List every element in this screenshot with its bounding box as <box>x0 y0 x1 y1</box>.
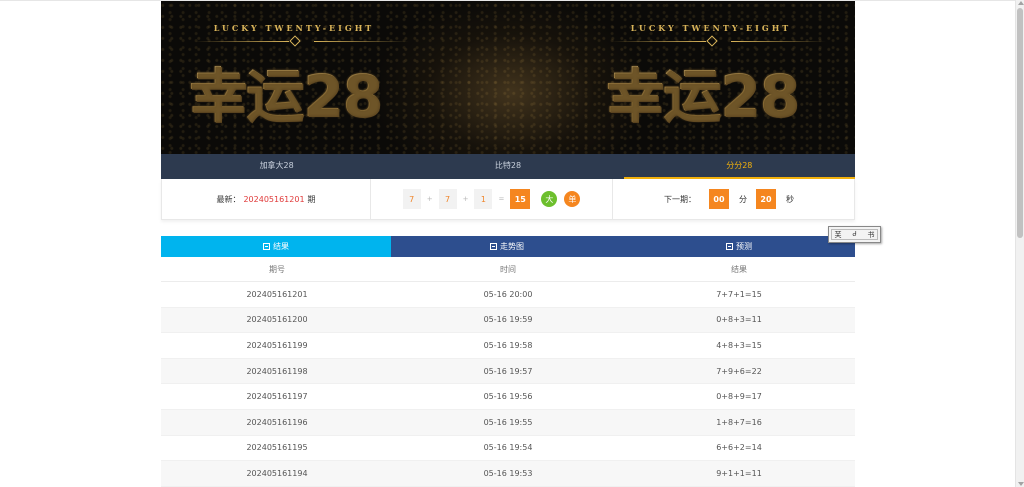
table-header: 期号 时间 结果 <box>161 257 855 282</box>
row-issue: 202405161198 <box>246 366 308 376</box>
widget-char: 书 <box>867 230 875 239</box>
tab-canada28[interactable]: 加拿大28 <box>161 154 392 179</box>
widget-char: 芙 <box>834 230 842 239</box>
chart-icon <box>490 243 497 250</box>
result-sum: 15 <box>510 189 531 209</box>
size-badge: 大 <box>541 191 558 207</box>
banner-subtitle: LUCKY TWENTY-EIGHT <box>630 23 792 33</box>
row-result: 6+6+2=14 <box>716 443 762 453</box>
header-issue: 期号 <box>269 264 285 274</box>
table-row: 202405161194 05-16 19:53 9+1+1=11 <box>161 461 855 487</box>
result-number: 1 <box>474 189 493 209</box>
results-table: 期号 时间 结果 202405161201 05-16 20:00 7+7+1=… <box>161 257 855 487</box>
table-row: 202405161201 05-16 20:00 7+7+1=15 <box>161 282 855 308</box>
next-label: 下一期： <box>664 194 696 204</box>
row-time: 05-16 19:57 <box>483 366 533 376</box>
issue-suffix: 期 <box>307 194 316 204</box>
lottery-tabs: 加拿大28 比特28 分分28 <box>161 154 855 179</box>
row-result: 7+7+1=15 <box>716 289 762 299</box>
seconds-unit: 秒 <box>786 194 794 204</box>
latest-label: 最新： <box>216 194 241 204</box>
table-row: 202405161199 05-16 19:58 4+8+3=15 <box>161 333 855 359</box>
vertical-scrollbar[interactable] <box>1015 0 1024 487</box>
parity-badge: 单 <box>564 191 581 207</box>
table-row: 202405161196 05-16 19:55 1+8+7=16 <box>161 409 855 436</box>
scroll-up-icon[interactable] <box>1018 1 1024 5</box>
main-container: LUCKY TWENTY-EIGHT 幸运28 LUCKY TWENTY-EIG… <box>161 1 855 220</box>
result-number: 7 <box>438 189 457 209</box>
banner-title: 幸运28 <box>189 49 429 133</box>
plus-sign: + <box>426 195 433 203</box>
row-result: 1+8+7=16 <box>716 417 762 427</box>
calendar-icon <box>263 243 270 250</box>
table-body: 202405161201 05-16 20:00 7+7+1=15 202405… <box>161 282 855 487</box>
latest-issue: 最新： 202405161201 期 <box>162 179 371 219</box>
floating-widget[interactable]: 芙 Ꮷ 书 <box>828 226 881 243</box>
row-time: 05-16 20:00 <box>483 289 533 299</box>
row-issue: 202405161194 <box>246 468 308 478</box>
tab-trend-label: 走势图 <box>500 242 524 251</box>
row-time: 05-16 19:53 <box>483 468 533 478</box>
next-countdown: 下一期： 00 分 20 秒 <box>613 179 854 219</box>
equals-sign: = <box>498 195 505 203</box>
tab-minute28[interactable]: 分分28 <box>623 154 855 179</box>
row-issue: 202405161201 <box>246 289 308 299</box>
tab-results[interactable]: 结果 <box>161 236 391 257</box>
countdown-seconds: 20 <box>756 189 776 209</box>
lucky28-banner: LUCKY TWENTY-EIGHT 幸运28 LUCKY TWENTY-EIG… <box>161 1 855 154</box>
tab-trend-chart[interactable]: 走势图 <box>391 236 623 257</box>
view-tabs: 结果 走势图 预测 <box>161 236 855 257</box>
row-issue: 202405161195 <box>246 443 308 453</box>
minutes-unit: 分 <box>739 194 747 204</box>
latest-numbers: 7 + 7 + 1 = 15 大 单 <box>371 179 613 219</box>
diamond-icon <box>289 35 301 47</box>
row-issue: 202405161199 <box>246 340 308 350</box>
row-result: 0+8+9=17 <box>716 392 762 402</box>
banner-subtitle: LUCKY TWENTY-EIGHT <box>213 23 375 33</box>
banner-right: LUCKY TWENTY-EIGHT 幸运28 <box>606 1 855 154</box>
tab-prediction-label: 预测 <box>736 242 752 251</box>
header-result: 结果 <box>731 264 747 274</box>
row-result: 7+9+6=22 <box>716 366 762 376</box>
diamond-icon <box>706 35 718 47</box>
scroll-down-icon[interactable] <box>1018 482 1024 486</box>
row-time: 05-16 19:54 <box>483 443 533 453</box>
tab-results-label: 结果 <box>273 242 289 251</box>
row-result: 4+8+3=15 <box>716 340 762 350</box>
row-issue: 202405161197 <box>246 392 308 402</box>
row-time: 05-16 19:56 <box>483 392 533 402</box>
table-row: 202405161198 05-16 19:57 7+9+6=22 <box>161 358 855 385</box>
latest-result-bar: 最新： 202405161201 期 7 + 7 + 1 = 15 大 单 下一… <box>161 179 855 220</box>
table-row: 202405161195 05-16 19:54 6+6+2=14 <box>161 436 855 462</box>
table-row: 202405161200 05-16 19:59 0+8+3=11 <box>161 307 855 334</box>
header-time: 时间 <box>500 264 516 274</box>
banner-title: 幸运28 <box>606 49 846 133</box>
countdown-minutes: 00 <box>709 189 729 209</box>
latest-issue-number: 202405161201 <box>243 194 305 204</box>
row-issue: 202405161200 <box>246 315 308 325</box>
row-result: 0+8+3=11 <box>716 315 762 325</box>
tab-prediction[interactable]: 预测 <box>623 236 855 257</box>
result-number: 7 <box>402 189 421 209</box>
tab-bit28[interactable]: 比特28 <box>392 154 623 179</box>
widget-char: Ꮷ <box>852 230 857 238</box>
row-time: 05-16 19:55 <box>483 417 533 427</box>
page: LUCKY TWENTY-EIGHT 幸运28 LUCKY TWENTY-EIG… <box>0 0 1024 487</box>
plus-sign: + <box>462 195 469 203</box>
row-result: 9+1+1=11 <box>716 468 762 478</box>
row-time: 05-16 19:59 <box>483 315 533 325</box>
document-icon <box>726 243 733 250</box>
table-row: 202405161197 05-16 19:56 0+8+9=17 <box>161 384 855 410</box>
row-issue: 202405161196 <box>246 417 308 427</box>
scrollbar-thumb[interactable] <box>1017 8 1023 238</box>
banner-left: LUCKY TWENTY-EIGHT 幸运28 <box>189 1 439 154</box>
row-time: 05-16 19:58 <box>483 340 533 350</box>
